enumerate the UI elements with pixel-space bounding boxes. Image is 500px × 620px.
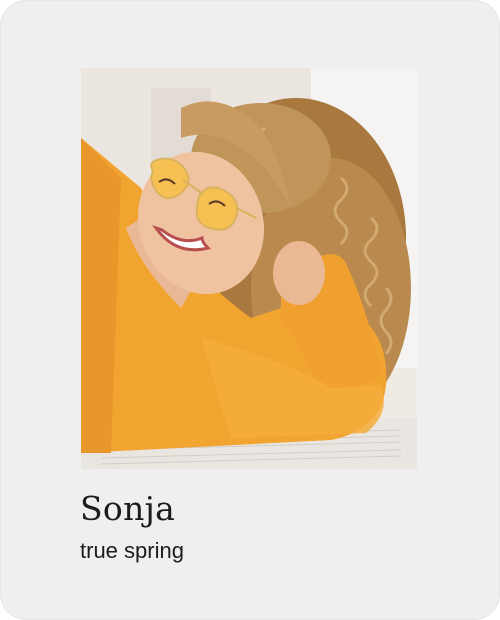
profile-photo	[81, 68, 417, 469]
season-label: true spring	[80, 538, 184, 563]
profile-card[interactable]: Sonja true spring	[0, 0, 500, 620]
profile-name: Sonja	[80, 489, 176, 528]
